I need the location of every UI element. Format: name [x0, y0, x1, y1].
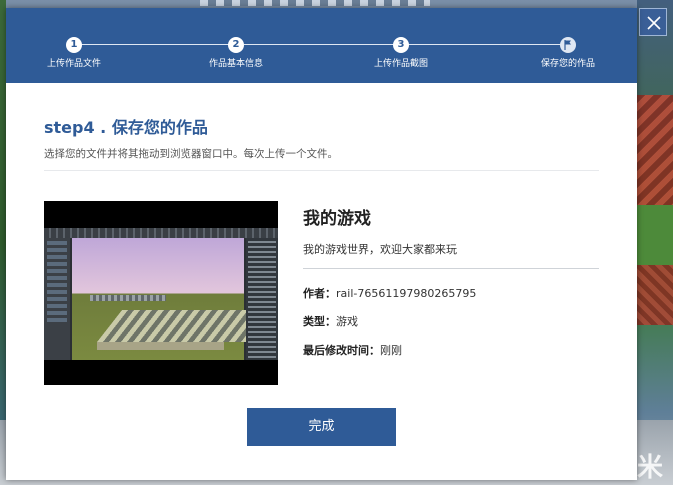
step-3-label: 上传作品截图 [373, 59, 428, 69]
work-title: 我的游戏 [303, 209, 371, 229]
close-button[interactable] [639, 8, 667, 36]
step-4-label: 保存您的作品 [540, 59, 595, 69]
type-row: 类型：游戏 [303, 313, 358, 329]
step-description: 选择您的文件并将其拖动到浏览器窗口中。每次上传一个文件。 [44, 148, 338, 160]
background-grass [637, 205, 673, 265]
content-divider [44, 170, 599, 171]
step-1-circle: 1 [66, 37, 82, 53]
background-red-wall-lower [637, 265, 673, 325]
stepper-line-2 [244, 44, 400, 45]
type-label: 类型： [303, 315, 336, 328]
background-logo: 米 [637, 453, 664, 483]
work-description: 我的游戏世界，欢迎大家都来玩 [303, 243, 457, 256]
background-top-strip [200, 0, 430, 6]
background-red-wall [637, 95, 673, 205]
stepper-line-3 [408, 44, 564, 45]
upload-stepper: 1 2 3 上传作品文件 作品基本信息 上传作品截图 保存您的作品 [6, 8, 637, 83]
editor-left-panel [44, 238, 70, 360]
editor-viewport [72, 238, 273, 360]
finish-button[interactable]: 完成 [247, 408, 396, 446]
author-value: rail-76561197980265795 [336, 287, 477, 300]
chessboard-large-side [97, 342, 224, 350]
chessboard-small [90, 295, 166, 301]
step-1-label: 上传作品文件 [46, 59, 101, 69]
step-2-label: 作品基本信息 [208, 59, 263, 69]
stepper-line-1 [80, 44, 236, 45]
step-title: step4 . 保存您的作品 [44, 118, 208, 137]
close-icon [647, 16, 661, 30]
step-3-circle: 3 [393, 37, 409, 53]
step-2-circle: 2 [228, 37, 244, 53]
author-label: 作者： [303, 287, 336, 300]
work-screenshot-thumbnail [44, 201, 278, 385]
details-divider [303, 268, 599, 269]
editor-screenshot [44, 228, 278, 360]
editor-toolbar [44, 228, 278, 238]
step-4-circle [560, 37, 576, 53]
flag-icon [564, 40, 571, 50]
save-work-dialog: 1 2 3 上传作品文件 作品基本信息 上传作品截图 保存您的作品 step4 … [6, 8, 637, 480]
type-value: 游戏 [336, 315, 358, 328]
editor-right-panel [246, 238, 278, 360]
modified-row: 最后修改时间：刚刚 [303, 342, 402, 358]
modified-label: 最后修改时间： [303, 344, 380, 357]
modified-value: 刚刚 [380, 344, 402, 357]
author-row: 作者：rail-76561197980265795 [303, 285, 476, 301]
